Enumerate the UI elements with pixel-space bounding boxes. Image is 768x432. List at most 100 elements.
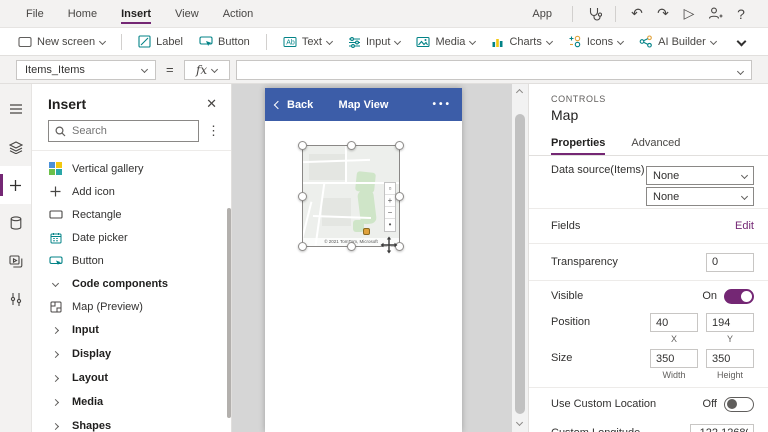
move-cursor-icon	[380, 236, 398, 257]
map-style-button[interactable]: ▫	[385, 183, 395, 195]
list-item-add-icon[interactable]: Add icon	[32, 180, 231, 203]
hamburger-menu-icon[interactable]	[0, 90, 31, 128]
map-zoom-control[interactable]: ▫ + − •	[384, 182, 396, 232]
new-screen-button[interactable]: New screen	[10, 28, 113, 55]
data-source-select-2[interactable]: None	[646, 187, 754, 206]
resize-handle-sw[interactable]	[298, 242, 307, 251]
resize-handle-ne[interactable]	[395, 141, 404, 150]
scroll-up-icon[interactable]	[517, 86, 522, 98]
insert-rail-icon[interactable]	[0, 166, 31, 204]
charts-dropdown[interactable]: Charts	[483, 28, 559, 55]
position-y-input[interactable]	[706, 313, 754, 332]
phone-artboard[interactable]: Map View Back •••	[265, 88, 462, 432]
label-button[interactable]: Label	[130, 28, 191, 55]
media-rail-icon[interactable]	[0, 242, 31, 280]
menu-insert[interactable]: Insert	[109, 0, 163, 27]
list-item-date-picker[interactable]: Date picker	[32, 226, 231, 249]
category-shapes[interactable]: Shapes	[32, 414, 231, 432]
app-checker-icon[interactable]	[581, 0, 607, 27]
zoom-in-button[interactable]: +	[385, 195, 395, 207]
advanced-tools-icon[interactable]	[0, 280, 31, 318]
resize-handle-e[interactable]	[395, 192, 404, 201]
menu-file[interactable]: File	[14, 0, 56, 27]
properties-panel: CONTROLS Map Properties Advanced Data so…	[528, 84, 768, 432]
equals-sign: =	[166, 62, 174, 77]
category-input[interactable]: Input	[32, 318, 231, 342]
redo-icon[interactable]: ↷	[650, 0, 676, 27]
zoom-out-button[interactable]: −	[385, 207, 395, 219]
canvas-area: Map View Back •••	[232, 84, 528, 432]
resize-handle-n[interactable]	[347, 141, 356, 150]
toolbar-overflow-chevron[interactable]	[730, 28, 753, 55]
tree-view-icon[interactable]	[0, 128, 31, 166]
list-item-label: Map (Preview)	[72, 301, 143, 313]
resize-handle-nw[interactable]	[298, 141, 307, 150]
preview-play-icon[interactable]: ▷	[676, 0, 702, 27]
size-width-input[interactable]	[650, 349, 698, 368]
insert-panel-scrollbar[interactable]	[227, 208, 231, 418]
category-label: Layout	[72, 372, 108, 384]
property-selector[interactable]: Items_Items	[16, 60, 156, 80]
divider	[266, 34, 267, 50]
button-label: Button	[218, 36, 250, 48]
screen-menu-dots[interactable]: •••	[432, 99, 452, 110]
undo-icon[interactable]: ↶	[624, 0, 650, 27]
scroll-down-icon[interactable]	[517, 416, 522, 428]
data-source-value-1: None	[653, 170, 679, 182]
icons-dropdown[interactable]: Icons	[560, 28, 631, 55]
tab-advanced[interactable]: Advanced	[631, 133, 680, 155]
media-dropdown[interactable]: Media	[408, 28, 483, 55]
transparency-input[interactable]	[706, 253, 754, 272]
divider	[615, 6, 616, 22]
text-dropdown[interactable]: Ab Text	[275, 28, 340, 55]
compass-button[interactable]: •	[385, 219, 395, 231]
property-selector-value: Items_Items	[25, 64, 85, 76]
category-media[interactable]: Media	[32, 390, 231, 414]
data-source-select-1[interactable]: None	[646, 166, 754, 185]
back-button[interactable]: Back	[275, 99, 313, 111]
vertical-gallery-icon	[48, 162, 63, 175]
list-item-vertical-gallery[interactable]: Vertical gallery	[32, 157, 231, 180]
visible-toggle[interactable]	[724, 289, 754, 304]
fields-edit-link[interactable]: Edit	[735, 220, 754, 232]
category-layout[interactable]: Layout	[32, 366, 231, 390]
resize-handle-w[interactable]	[298, 192, 307, 201]
list-item-rectangle[interactable]: Rectangle	[32, 203, 231, 226]
button-button[interactable]: Button	[191, 28, 258, 55]
map-control[interactable]: ▫ + − • © 2021 TomTom, Microsoft	[302, 145, 400, 247]
tab-properties[interactable]: Properties	[551, 133, 605, 155]
canvas-scrollbar[interactable]	[512, 84, 528, 432]
menu-action[interactable]: Action	[211, 0, 266, 27]
rectangle-icon	[48, 210, 63, 219]
menu-bar: File Home Insert View Action App ↶ ↷ ▷ ?	[0, 0, 768, 28]
scrollbar-thumb[interactable]	[515, 114, 525, 414]
chevron-right-icon	[48, 424, 63, 429]
map-component-icon	[48, 301, 63, 313]
category-display[interactable]: Display	[32, 342, 231, 366]
list-item-button[interactable]: Button	[32, 249, 231, 272]
menu-view[interactable]: View	[163, 0, 211, 27]
fx-dropdown[interactable]: fx	[184, 60, 230, 80]
resize-handle-s[interactable]	[347, 242, 356, 251]
x-label: X	[671, 334, 677, 344]
size-height-input[interactable]	[706, 349, 754, 368]
formula-input[interactable]	[237, 61, 751, 79]
search-input[interactable]	[72, 125, 192, 137]
map-render: ▫ + − • © 2021 TomTom, Microsoft	[303, 146, 399, 246]
menu-home[interactable]: Home	[56, 0, 109, 27]
search-icon	[55, 126, 66, 137]
more-options-icon[interactable]: ⋮	[207, 123, 221, 139]
custom-longitude-input[interactable]	[690, 424, 754, 432]
custom-longitude-label: Custom Longitude	[551, 427, 640, 432]
list-item-label: Date picker	[72, 232, 128, 244]
position-x-input[interactable]	[650, 313, 698, 332]
section-code-components[interactable]: Code components	[32, 272, 231, 295]
ai-builder-dropdown[interactable]: AI Builder	[631, 28, 724, 55]
input-dropdown[interactable]: Input	[340, 28, 408, 55]
help-icon[interactable]: ?	[728, 0, 754, 27]
share-person-icon[interactable]	[702, 0, 728, 27]
data-icon[interactable]	[0, 204, 31, 242]
close-icon[interactable]: ✕	[206, 96, 217, 112]
list-item-map-preview[interactable]: Map (Preview)	[32, 295, 231, 318]
use-custom-location-toggle[interactable]	[724, 397, 754, 412]
